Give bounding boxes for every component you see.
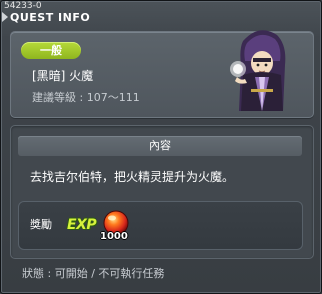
quest-info-window: 54233-0 QUEST INFO 一般 [黑暗] 火魔 建議等級 : 107… bbox=[0, 0, 322, 294]
quest-description: 去找吉尔伯特，把火精灵提升为火魔。 bbox=[30, 170, 235, 184]
close-icon[interactable] bbox=[2, 12, 8, 22]
reward-label: 獎勵 bbox=[30, 218, 52, 231]
title-bar[interactable]: 54233-0 QUEST INFO bbox=[1, 1, 321, 25]
reward-box bbox=[18, 201, 303, 250]
quest-name: [黑暗] 火魔 bbox=[32, 69, 94, 83]
window-title: QUEST INFO bbox=[10, 11, 91, 24]
quest-type-badge: 一般 bbox=[21, 42, 81, 59]
exp-reward-amount: 1000 bbox=[100, 231, 128, 242]
npc-wizard-portrait bbox=[230, 30, 286, 111]
exp-icon: EXP bbox=[67, 217, 97, 233]
level-requirement: 建議等級 : 107～111 bbox=[32, 91, 140, 104]
quest-status: 狀態 : 可開始 / 不可執行任務 bbox=[22, 267, 165, 280]
content-section-header: 內容 bbox=[18, 136, 302, 156]
